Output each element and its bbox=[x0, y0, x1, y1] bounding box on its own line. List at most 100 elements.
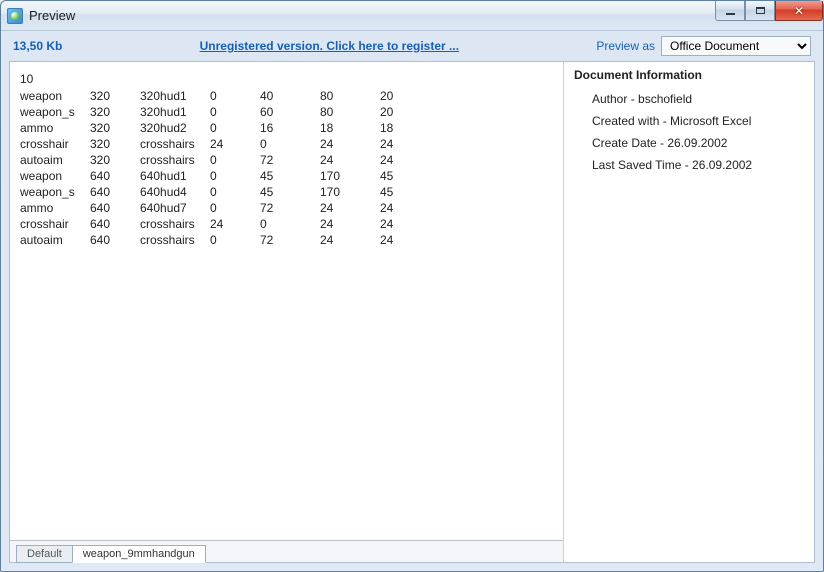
app-icon bbox=[7, 8, 23, 24]
cell: crosshairs bbox=[140, 136, 210, 152]
cell: 320hud2 bbox=[140, 120, 210, 136]
cell: 0 bbox=[210, 200, 260, 216]
table-row: weapon320320hud10408020 bbox=[20, 88, 553, 104]
document-info-item: Created with - Microsoft Excel bbox=[592, 114, 804, 128]
register-link[interactable]: Unregistered version. Click here to regi… bbox=[62, 39, 596, 53]
cell: 320 bbox=[90, 88, 140, 104]
content-panel: 10 weapon320320hud10408020weapon_s320320… bbox=[9, 61, 815, 563]
table-row: crosshair320crosshairs2402424 bbox=[20, 136, 553, 152]
cell: 640hud7 bbox=[140, 200, 210, 216]
cell: crosshairs bbox=[140, 232, 210, 248]
table-row: autoaim640crosshairs0722424 bbox=[20, 232, 553, 248]
cell: 24 bbox=[380, 152, 420, 168]
cell: 320 bbox=[90, 120, 140, 136]
cell: 0 bbox=[210, 184, 260, 200]
cell: crosshairs bbox=[140, 216, 210, 232]
sheet-tab[interactable]: Default bbox=[16, 545, 73, 563]
table-row: ammo640640hud70722424 bbox=[20, 200, 553, 216]
table-row: weapon_s640640hud404517045 bbox=[20, 184, 553, 200]
cell: 24 bbox=[210, 216, 260, 232]
cell: 24 bbox=[320, 152, 380, 168]
cell: autoaim bbox=[20, 232, 90, 248]
preview-grid[interactable]: 10 weapon320320hud10408020weapon_s320320… bbox=[10, 62, 563, 540]
preview-as-label: Preview as bbox=[596, 39, 655, 53]
cell: 640 bbox=[90, 184, 140, 200]
preview-pane: 10 weapon320320hud10408020weapon_s320320… bbox=[10, 62, 564, 562]
cell: crosshair bbox=[20, 216, 90, 232]
cell: 24 bbox=[380, 200, 420, 216]
cell: 640 bbox=[90, 216, 140, 232]
table-row: weapon640640hud104517045 bbox=[20, 168, 553, 184]
minimize-button[interactable] bbox=[715, 1, 745, 21]
window-title: Preview bbox=[29, 8, 75, 23]
cell: 20 bbox=[380, 88, 420, 104]
cell: crosshairs bbox=[140, 152, 210, 168]
cell: 60 bbox=[260, 104, 320, 120]
cell: 0 bbox=[210, 168, 260, 184]
titlebar[interactable]: Preview ✕ bbox=[1, 1, 823, 31]
cell: 45 bbox=[380, 184, 420, 200]
cell: ammo bbox=[20, 120, 90, 136]
cell: 20 bbox=[380, 104, 420, 120]
cell: 16 bbox=[260, 120, 320, 136]
document-info-item: Author - bschofield bbox=[592, 92, 804, 106]
cell: autoaim bbox=[20, 152, 90, 168]
cell: 640hud1 bbox=[140, 168, 210, 184]
status-strip: 13,50 Kb Unregistered version. Click her… bbox=[1, 31, 823, 61]
cell: 24 bbox=[210, 136, 260, 152]
sheet-tabs: Defaultweapon_9mmhandgun bbox=[10, 540, 563, 562]
preview-window: Preview ✕ 13,50 Kb Unregistered version.… bbox=[0, 0, 824, 572]
cell: 24 bbox=[320, 232, 380, 248]
cell: 640hud4 bbox=[140, 184, 210, 200]
cell: 24 bbox=[380, 136, 420, 152]
cell: 24 bbox=[320, 136, 380, 152]
cell: 320 bbox=[90, 152, 140, 168]
cell: 0 bbox=[210, 104, 260, 120]
table-row: ammo320320hud20161818 bbox=[20, 120, 553, 136]
table-row: autoaim320crosshairs0722424 bbox=[20, 152, 553, 168]
cell: 0 bbox=[260, 136, 320, 152]
cell: 24 bbox=[380, 216, 420, 232]
preview-as-select[interactable]: Office Document bbox=[661, 36, 811, 56]
cell: 45 bbox=[260, 184, 320, 200]
cell: 18 bbox=[320, 120, 380, 136]
cell: 40 bbox=[260, 88, 320, 104]
cell: 24 bbox=[380, 232, 420, 248]
cell: 0 bbox=[210, 120, 260, 136]
cell: 72 bbox=[260, 232, 320, 248]
cell: 24 bbox=[320, 216, 380, 232]
table-row: weapon_s320320hud10608020 bbox=[20, 104, 553, 120]
cell: 170 bbox=[320, 168, 380, 184]
cell: weapon bbox=[20, 168, 90, 184]
document-info-header: Document Information bbox=[574, 68, 804, 82]
cell: 45 bbox=[260, 168, 320, 184]
cell: weapon bbox=[20, 88, 90, 104]
maximize-button[interactable] bbox=[745, 1, 775, 21]
cell: 0 bbox=[210, 152, 260, 168]
cell: 640 bbox=[90, 232, 140, 248]
cell: 45 bbox=[380, 168, 420, 184]
sheet-tab[interactable]: weapon_9mmhandgun bbox=[72, 545, 206, 563]
cell: 18 bbox=[380, 120, 420, 136]
table-row: crosshair640crosshairs2402424 bbox=[20, 216, 553, 232]
cell: 640 bbox=[90, 200, 140, 216]
cell: 0 bbox=[210, 232, 260, 248]
window-controls: ✕ bbox=[715, 1, 823, 21]
cell: 320hud1 bbox=[140, 104, 210, 120]
cell: ammo bbox=[20, 200, 90, 216]
cell: 320hud1 bbox=[140, 88, 210, 104]
grid-head: 10 bbox=[20, 70, 553, 88]
cell: weapon_s bbox=[20, 184, 90, 200]
cell: 72 bbox=[260, 152, 320, 168]
cell: crosshair bbox=[20, 136, 90, 152]
cell: weapon_s bbox=[20, 104, 90, 120]
close-button[interactable]: ✕ bbox=[775, 1, 823, 21]
cell: 320 bbox=[90, 136, 140, 152]
document-info-item: Create Date - 26.09.2002 bbox=[592, 136, 804, 150]
file-size: 13,50 Kb bbox=[13, 39, 62, 53]
cell: 640 bbox=[90, 168, 140, 184]
cell: 24 bbox=[320, 200, 380, 216]
cell: 72 bbox=[260, 200, 320, 216]
cell: 80 bbox=[320, 88, 380, 104]
cell: 0 bbox=[210, 88, 260, 104]
